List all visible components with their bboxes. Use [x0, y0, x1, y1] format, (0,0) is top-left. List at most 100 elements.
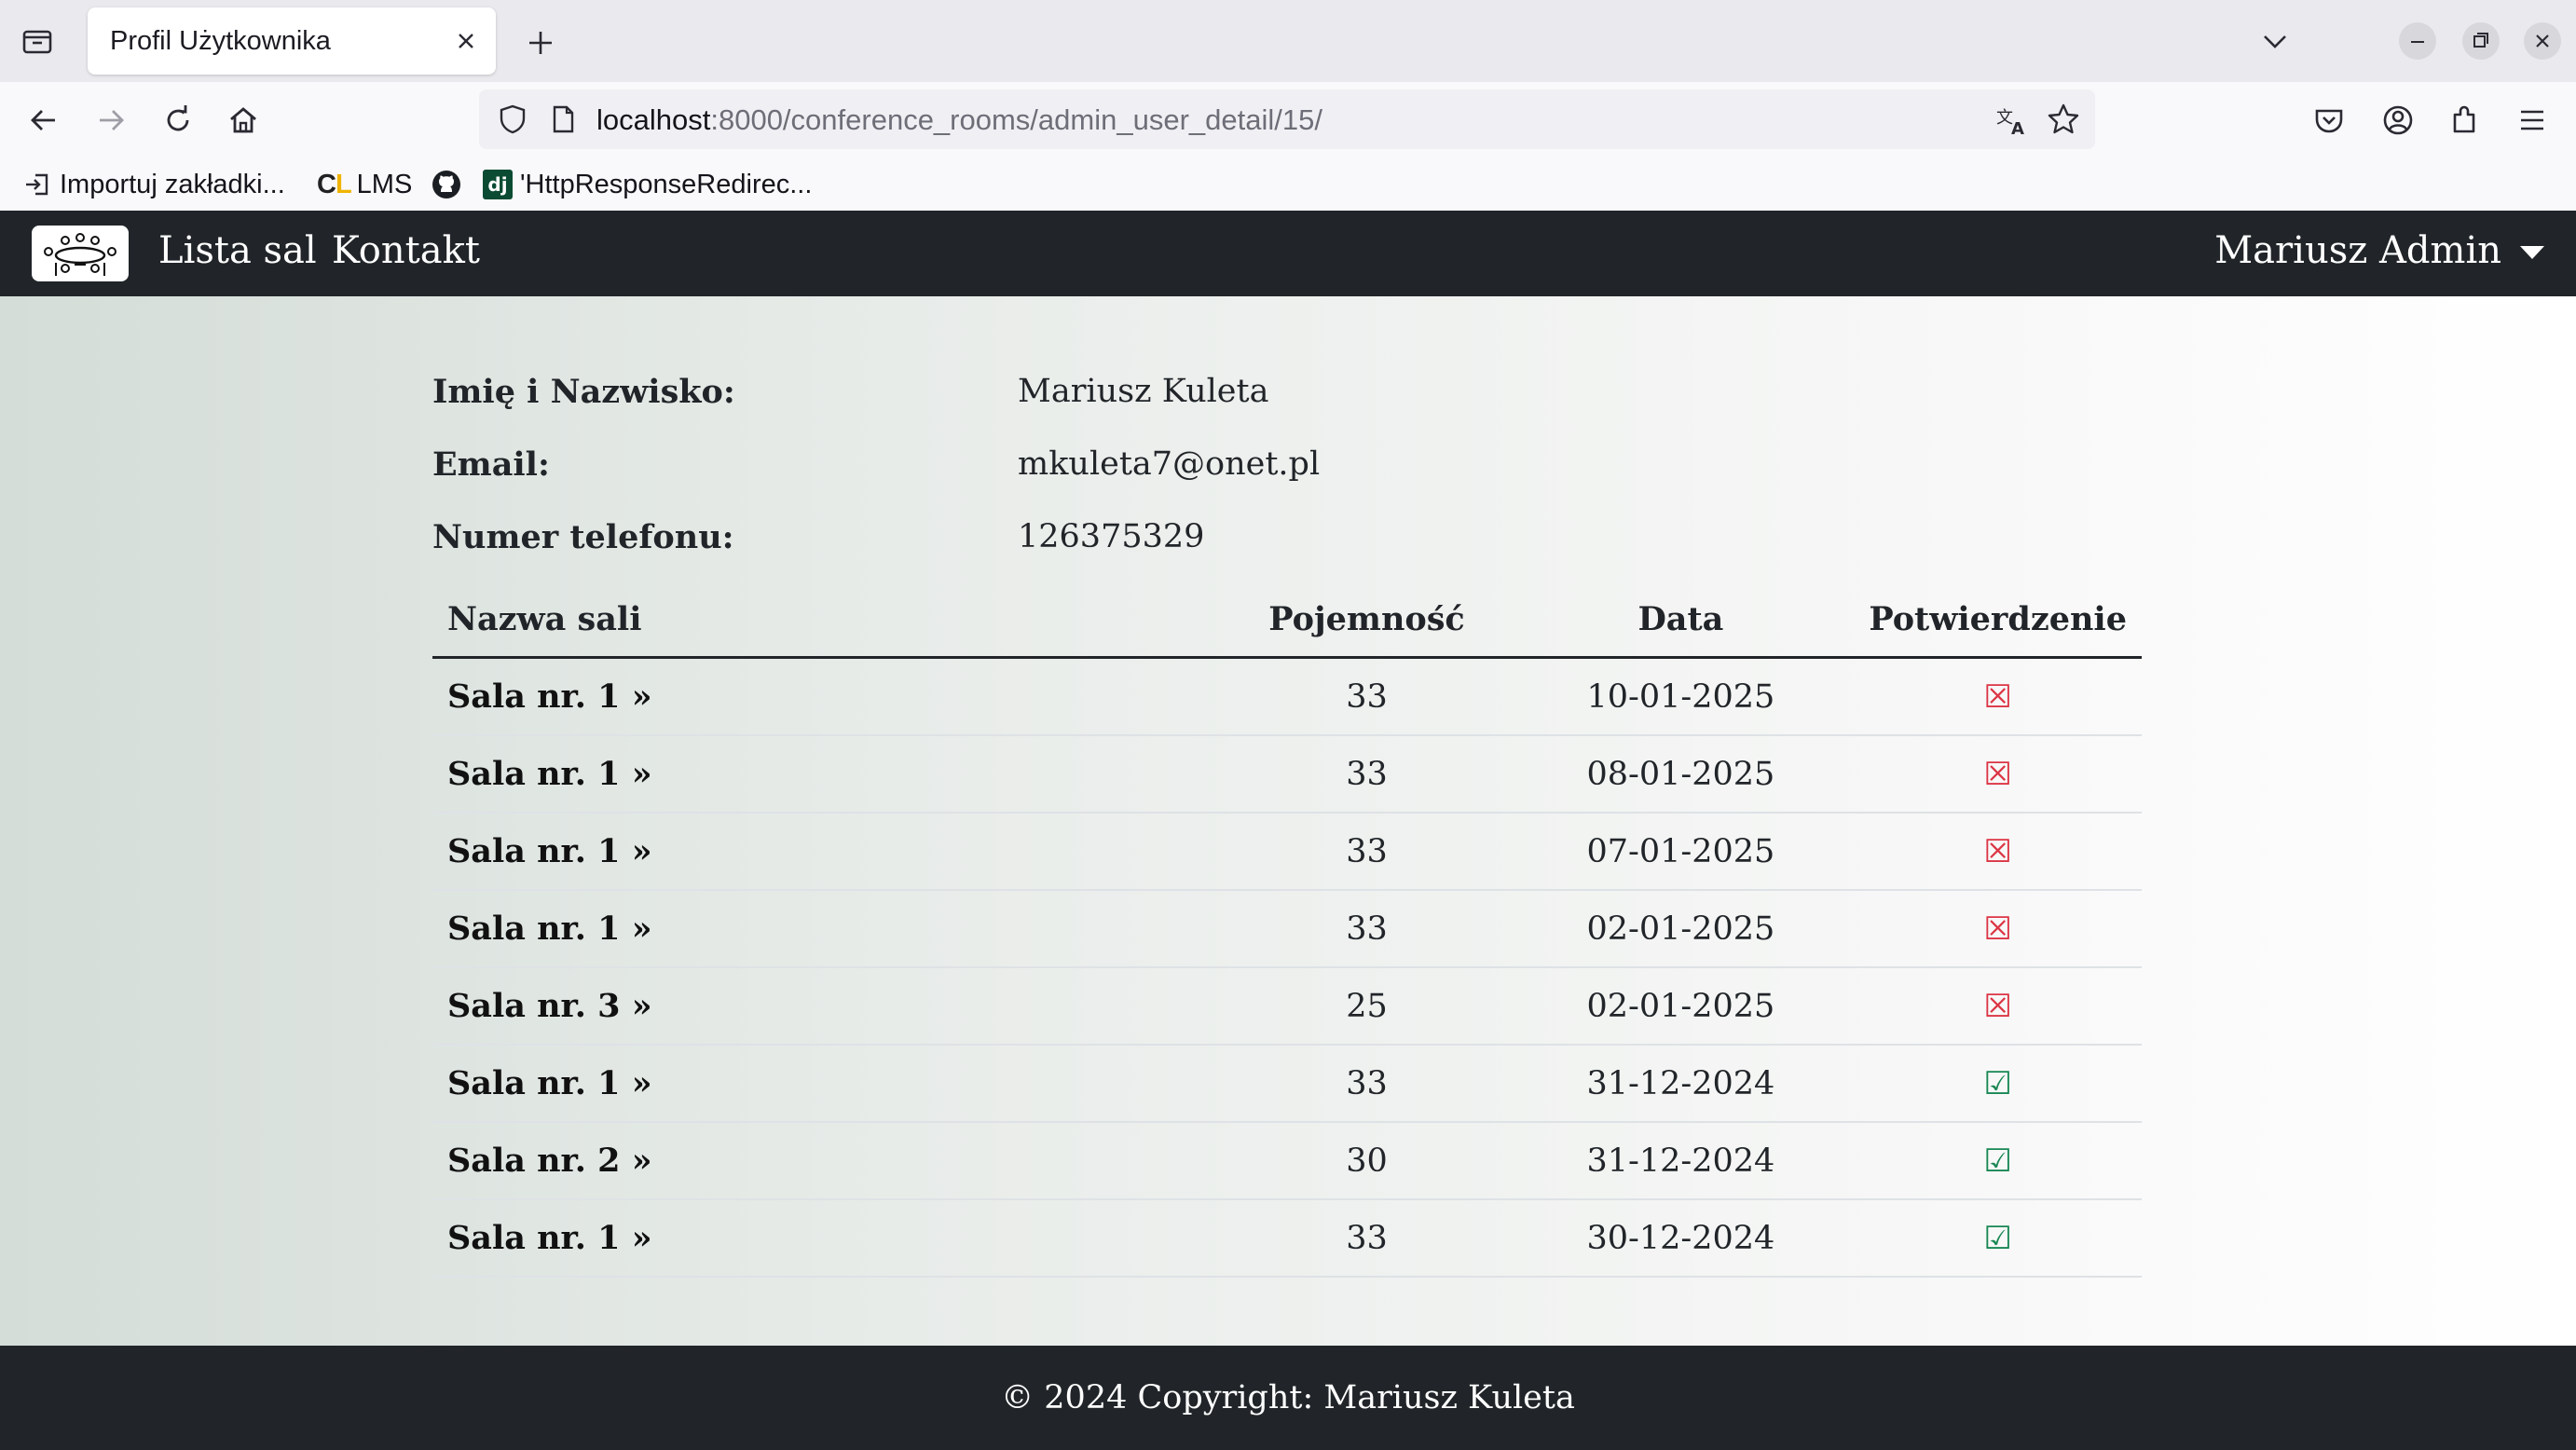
conference-room-logo-icon[interactable] — [32, 226, 129, 281]
home-icon[interactable] — [224, 101, 263, 140]
tab-title: Profil Użytkownika — [110, 26, 331, 56]
cl-logo-icon: CL — [317, 169, 352, 199]
table-row: Sala nr. 1 » 33 10-01-2025 ☒ — [432, 657, 2142, 736]
window-restore-button[interactable] — [2462, 22, 2500, 60]
bookmark-lms[interactable]: CL LMS — [317, 164, 412, 205]
date-cell: 10-01-2025 — [1507, 657, 1855, 736]
bookmark-label: LMS — [356, 169, 413, 199]
reservations-table: Nazwa sali Pojemność Data Potwierdzenie … — [432, 581, 2142, 1278]
capacity-cell: 33 — [1226, 735, 1508, 814]
capacity-cell: 25 — [1226, 967, 1508, 1046]
room-link[interactable]: Sala nr. 1 » — [447, 832, 652, 870]
room-link[interactable]: Sala nr. 1 » — [447, 677, 652, 716]
name-label: Imię i Nazwisko: — [432, 373, 735, 411]
confirmed-check-icon: ☑ — [1983, 1219, 2012, 1257]
close-icon[interactable] — [453, 28, 479, 54]
django-icon: dj — [483, 170, 513, 199]
site-footer: © 2024 Copyright: Mariusz Kuleta — [0, 1346, 2576, 1450]
bookmark-django[interactable]: dj 'HttpResponseRedirec... — [483, 164, 812, 205]
room-link[interactable]: Sala nr. 2 » — [447, 1142, 652, 1180]
table-header-row: Nazwa sali Pojemność Data Potwierdzenie — [432, 581, 2142, 659]
window-minimize-button[interactable] — [2399, 22, 2436, 60]
date-cell: 31-12-2024 — [1507, 1122, 1855, 1200]
account-icon[interactable] — [2378, 101, 2418, 140]
column-header-room: Nazwa sali — [432, 581, 1226, 659]
url-bar[interactable]: localhost:8000/conference_rooms/admin_us… — [479, 89, 2095, 149]
github-icon — [432, 171, 460, 198]
capacity-cell: 30 — [1226, 1122, 1508, 1200]
date-cell: 30-12-2024 — [1507, 1199, 1855, 1278]
forward-arrow-icon[interactable] — [91, 101, 130, 140]
nav-link-lista-sal[interactable]: Lista sal — [158, 229, 317, 272]
import-icon — [26, 173, 48, 196]
back-arrow-icon[interactable] — [24, 101, 63, 140]
table-row: Sala nr. 1 » 33 31-12-2024 ☑ — [432, 1045, 2142, 1123]
table-row: Sala nr. 3 » 25 02-01-2025 ☒ — [432, 967, 2142, 1046]
unconfirmed-x-icon: ☒ — [1983, 832, 2012, 870]
tab-list-icon[interactable] — [19, 22, 56, 60]
room-link[interactable]: Sala nr. 1 » — [447, 755, 652, 793]
date-cell: 07-01-2025 — [1507, 813, 1855, 891]
room-link[interactable]: Sala nr. 3 » — [447, 987, 652, 1025]
site-navbar: Lista sal Kontakt Mariusz Admin — [0, 211, 2576, 296]
confirmed-check-icon: ☑ — [1983, 1064, 2012, 1102]
browser-tab[interactable]: Profil Użytkownika — [88, 7, 496, 75]
bookmarks-bar: Importuj zakładki... CL LMS dj 'HttpResp… — [0, 158, 2576, 211]
url-path: :8000/conference_rooms/admin_user_detail… — [710, 103, 1322, 136]
page-icon — [546, 103, 580, 136]
date-cell: 08-01-2025 — [1507, 735, 1855, 814]
main-content: Imię i Nazwisko: Mariusz Kuleta Email: m… — [0, 296, 2576, 1346]
date-cell: 31-12-2024 — [1507, 1045, 1855, 1123]
table-row: Sala nr. 1 » 33 02-01-2025 ☒ — [432, 890, 2142, 968]
bookmark-github[interactable] — [431, 164, 462, 205]
user-dropdown[interactable]: Mariusz Admin — [2214, 229, 2544, 272]
phone-label: Numer telefonu: — [432, 518, 734, 556]
column-header-confirmation: Potwierdzenie — [1854, 581, 2142, 659]
browser-toolbar: localhost:8000/conference_rooms/admin_us… — [0, 82, 2576, 158]
room-link[interactable]: Sala nr. 1 » — [447, 910, 652, 948]
capacity-cell: 33 — [1226, 1045, 1508, 1123]
pocket-icon[interactable] — [2309, 101, 2349, 140]
translate-icon[interactable]: 文 A — [1994, 103, 2030, 138]
name-value: Mariusz Kuleta — [1018, 373, 1269, 410]
url-text[interactable]: localhost:8000/conference_rooms/admin_us… — [596, 103, 1322, 137]
email-label: Email: — [432, 445, 550, 484]
extensions-icon[interactable] — [2446, 101, 2485, 140]
reload-icon[interactable] — [158, 101, 198, 140]
unconfirmed-x-icon: ☒ — [1983, 677, 2012, 716]
phone-value: 126375329 — [1018, 518, 1205, 555]
svg-text:A: A — [2011, 119, 2024, 138]
table-row: Sala nr. 1 » 33 08-01-2025 ☒ — [432, 735, 2142, 814]
hamburger-menu-icon[interactable] — [2513, 101, 2552, 140]
bookmark-label: 'HttpResponseRedirec... — [520, 169, 813, 199]
window-close-button[interactable] — [2524, 22, 2561, 60]
capacity-cell: 33 — [1226, 890, 1508, 968]
confirmed-check-icon: ☑ — [1983, 1142, 2012, 1180]
nav-link-kontakt[interactable]: Kontakt — [332, 229, 480, 272]
capacity-cell: 33 — [1226, 813, 1508, 891]
email-value: mkuleta7@onet.pl — [1018, 445, 1321, 483]
date-cell: 02-01-2025 — [1507, 967, 1855, 1046]
table-row: Sala nr. 1 » 33 30-12-2024 ☑ — [432, 1199, 2142, 1278]
capacity-cell: 33 — [1226, 657, 1508, 736]
table-row: Sala nr. 2 » 30 31-12-2024 ☑ — [432, 1122, 2142, 1200]
chevron-down-icon[interactable] — [2259, 22, 2291, 60]
date-cell: 02-01-2025 — [1507, 890, 1855, 968]
caret-down-icon — [2520, 246, 2544, 259]
unconfirmed-x-icon: ☒ — [1983, 910, 2012, 948]
bookmark-label: Importuj zakładki... — [60, 169, 285, 199]
shield-icon[interactable] — [496, 103, 529, 136]
room-link[interactable]: Sala nr. 1 » — [447, 1219, 652, 1257]
capacity-cell: 33 — [1226, 1199, 1508, 1278]
table-row: Sala nr. 1 » 33 07-01-2025 ☒ — [432, 813, 2142, 891]
unconfirmed-x-icon: ☒ — [1983, 755, 2012, 793]
plus-icon[interactable] — [522, 24, 559, 62]
bookmark-import[interactable]: Importuj zakładki... — [22, 164, 285, 205]
star-icon[interactable] — [2045, 101, 2082, 138]
room-link[interactable]: Sala nr. 1 » — [447, 1064, 652, 1102]
column-header-date: Data — [1507, 581, 1855, 659]
unconfirmed-x-icon: ☒ — [1983, 987, 2012, 1025]
browser-tab-strip: Profil Użytkownika — [0, 0, 2576, 82]
column-header-capacity: Pojemność — [1226, 581, 1508, 659]
url-host: localhost — [596, 103, 711, 136]
